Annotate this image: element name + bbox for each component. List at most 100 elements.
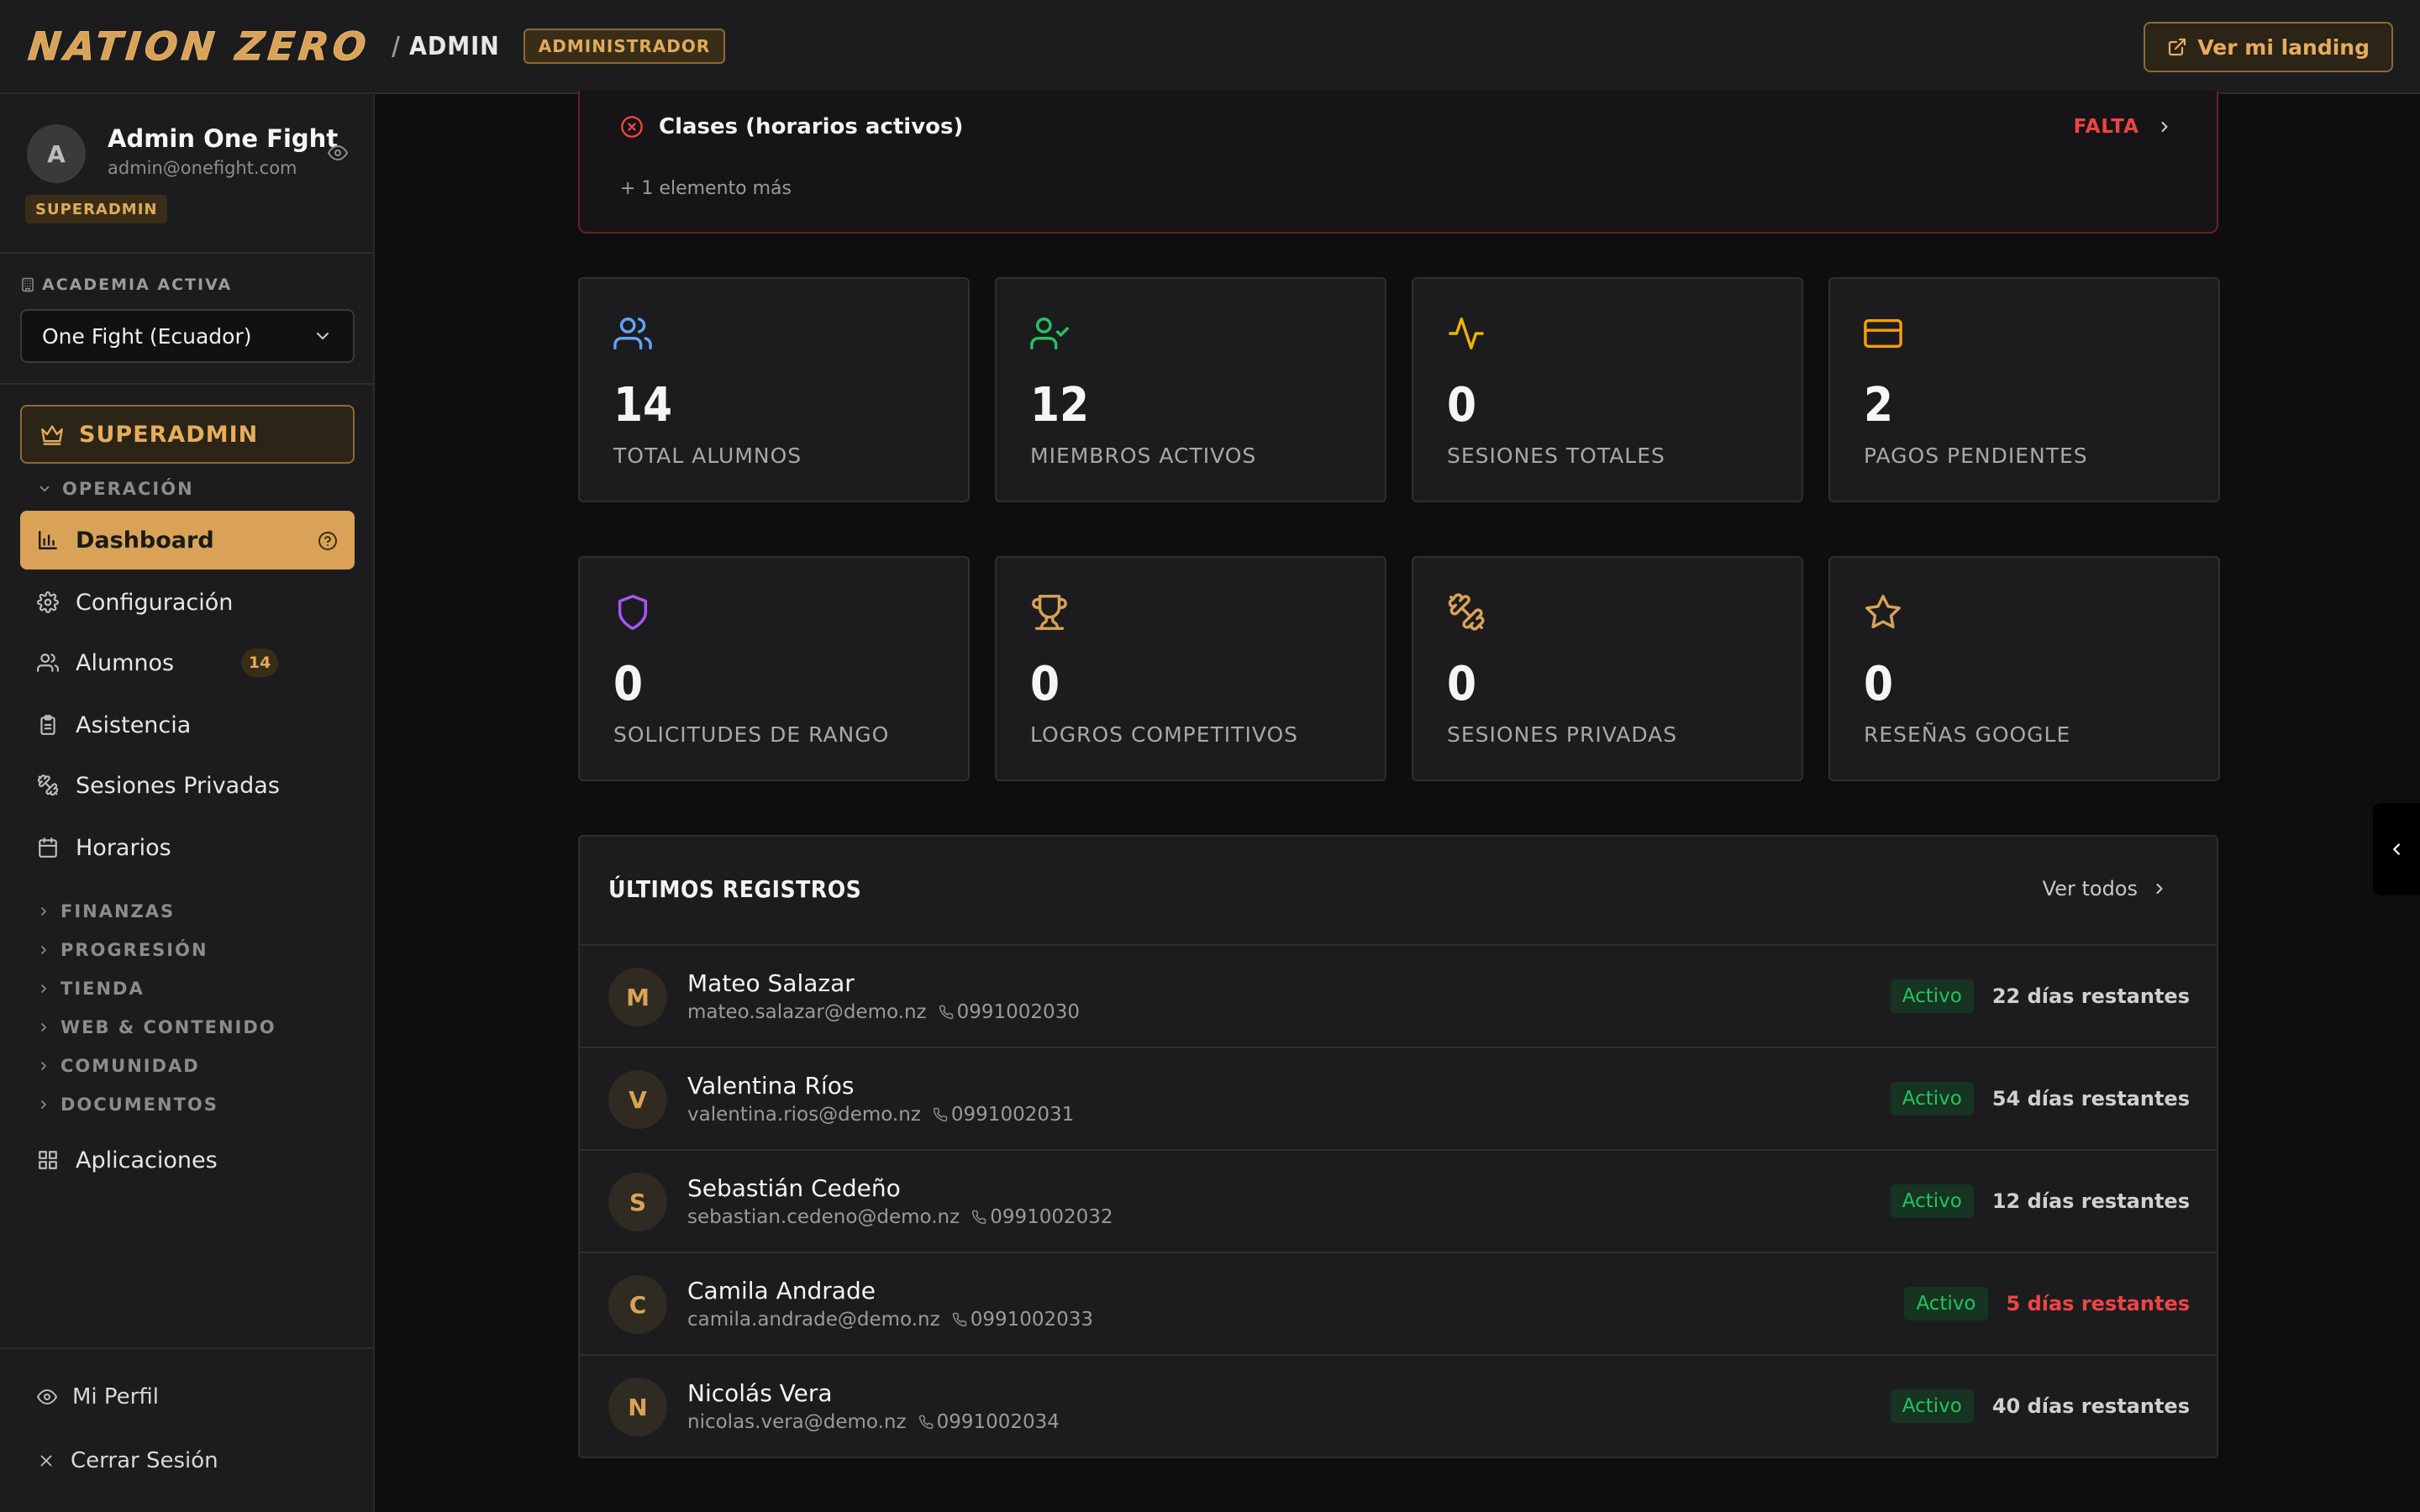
trophy-icon [1032,595,1067,630]
nav-group-tienda[interactable]: TIENDA [37,979,145,999]
view-all-label: Ver todos [2042,877,2138,900]
shield-icon [618,595,648,630]
nav-group-finanzas[interactable]: FINANZAS [37,901,175,921]
crown-icon [41,425,63,445]
eye-icon[interactable] [328,143,348,163]
academy-select-value: One Fight (Ecuador) [42,323,252,349]
nav-group-progresion[interactable]: PROGRESIÓN [37,940,208,960]
sidebar-item-configuracion[interactable]: Configuración [20,573,355,632]
table-row[interactable]: N Nicolás Vera nicolas.vera@demo.nz 0991… [580,1354,2217,1457]
avatar: V [608,1070,667,1129]
member-phone: 0991002030 [939,1001,1080,1023]
phone-icon [972,1210,986,1225]
stat-value: 0 [1447,378,1477,433]
member-name: Sebastián Cedeño [687,1174,901,1202]
stat-card-resenas-google[interactable]: 0 RESEÑAS GOOGLE [1828,556,2220,781]
alert-item-label: Clases (horarios activos) [659,114,964,139]
stat-card-logros-competitivos[interactable]: 0 LOGROS COMPETITIVOS [995,556,1386,781]
users-icon [613,318,652,349]
member-status-group: Activo 22 días restantes [1890,979,2190,1013]
status-badge: Activo [1890,1082,1974,1116]
sidebar-item-label: Configuración [76,589,234,616]
member-contact: camila.andrade@demo.nz 0991002033 [687,1309,1093,1331]
chevron-right-icon [41,1023,46,1032]
user-email: admin@onefight.com [108,158,297,178]
stat-card-pagos-pendientes[interactable]: 2 PAGOS PENDIENTES [1828,277,2220,502]
nav-group-operacion[interactable]: OPERACIÓN [37,479,194,499]
status-badge: Activo [1904,1287,1988,1320]
logout-label: Cerrar Sesión [71,1448,218,1473]
alert-item[interactable]: Clases (horarios activos) [620,114,963,139]
stat-card-sesiones-totales[interactable]: 0 SESIONES TOTALES [1412,277,1803,502]
status-badge: Activo [1890,1184,1974,1218]
days-remaining: 54 días restantes [1991,1087,2190,1110]
phone-number: 0991002034 [936,1411,1060,1433]
section-title: / ADMIN [392,31,500,61]
role-badge: ADMINISTRADOR [523,29,726,64]
help-icon[interactable] [318,531,338,551]
sidebar-item-dashboard[interactable]: Dashboard [20,511,355,570]
dumbbell-icon [1448,593,1485,631]
sidebar-item-alumnos[interactable]: Alumnos 14 [20,633,355,692]
view-landing-button[interactable]: Ver mi landing [2144,22,2393,72]
member-email: nicolas.vera@demo.nz [687,1411,907,1433]
table-row[interactable]: M Mateo Salazar mateo.salazar@demo.nz 09… [580,944,2217,1047]
member-phone: 0991002034 [918,1411,1060,1433]
view-landing-label: Ver mi landing [2197,34,2370,60]
user-check-icon [1030,318,1069,349]
stat-value: 0 [1030,657,1060,711]
academy-select[interactable]: One Fight (Ecuador) [20,309,355,363]
avatar: C [608,1275,667,1334]
panel-toggle-button[interactable] [2373,803,2420,895]
stat-card-miembros-activos[interactable]: 12 MIEMBROS ACTIVOS [995,277,1386,502]
chevron-right-icon [2161,121,2168,133]
stat-card-solicitudes-rango[interactable]: 0 SOLICITUDES DE RANGO [578,556,970,781]
stat-label: PAGOS PENDIENTES [1864,444,2088,468]
phone-number: 0991002032 [990,1206,1113,1228]
phone-icon [939,1005,953,1020]
stat-card-sesiones-privadas[interactable]: 0 SESIONES PRIVADAS [1412,556,1803,781]
avatar[interactable]: A [27,124,86,183]
sidebar-item-asistencia[interactable]: Asistencia [20,696,355,754]
chevron-right-icon [41,946,46,954]
table-row[interactable]: V Valentina Ríos valentina.rios@demo.nz … [580,1047,2217,1149]
stat-label: SESIONES PRIVADAS [1447,722,1678,747]
superadmin-button[interactable]: SUPERADMIN [20,405,355,464]
sidebar-item-horarios[interactable]: Horarios [20,818,355,877]
chevron-right-icon [41,984,46,993]
superadmin-label: SUPERADMIN [79,421,259,448]
member-name: Valentina Ríos [687,1072,855,1100]
sidebar-item-label: Alumnos [76,649,175,676]
nav-group-comunidad[interactable]: COMUNIDAD [37,1056,200,1076]
sidebar-divider [0,383,375,385]
status-badge: Activo [1890,979,1974,1013]
nav-group-documentos[interactable]: DOCUMENTOS [37,1095,218,1115]
status-badge: Activo [1890,1389,1974,1423]
alert-more-link[interactable]: + 1 elemento más [620,178,792,199]
days-remaining: 22 días restantes [1991,984,2190,1008]
logout-link[interactable]: Cerrar Sesión [37,1448,218,1473]
external-link-icon [2169,38,2186,56]
nav-group-web-contenido[interactable]: WEB & CONTENIDO [37,1017,276,1037]
my-profile-label: Mi Perfil [72,1384,159,1410]
my-profile-link[interactable]: Mi Perfil [37,1384,159,1410]
alert-status[interactable]: FALTA [2074,116,2173,138]
brand-logo[interactable]: NATION ZERO [26,24,373,70]
stat-card-total-alumnos[interactable]: 14 TOTAL ALUMNOS [578,277,970,502]
table-row[interactable]: C Camila Andrade camila.andrade@demo.nz … [580,1252,2217,1354]
close-icon [40,1455,52,1467]
chevron-right-icon [41,1100,46,1109]
alert-status-label: FALTA [2073,116,2139,138]
view-all-link[interactable]: Ver todos [2043,877,2168,900]
nav-group-label: DOCUMENTOS [60,1095,218,1115]
member-status-group: Activo 5 días restantes [1904,1287,2190,1320]
phone-icon [918,1415,933,1430]
table-row[interactable]: S Sebastián Cedeño sebastian.cedeno@demo… [580,1149,2217,1252]
stat-value: 0 [1447,657,1477,711]
dumbbell-icon [37,774,59,796]
sidebar-item-aplicaciones[interactable]: Aplicaciones [20,1131,355,1189]
sidebar-item-sesiones-privadas[interactable]: Sesiones Privadas [20,756,355,815]
stat-label: SESIONES TOTALES [1447,444,1665,468]
sidebar-divider [0,1347,375,1349]
clipboard-icon [40,715,55,735]
